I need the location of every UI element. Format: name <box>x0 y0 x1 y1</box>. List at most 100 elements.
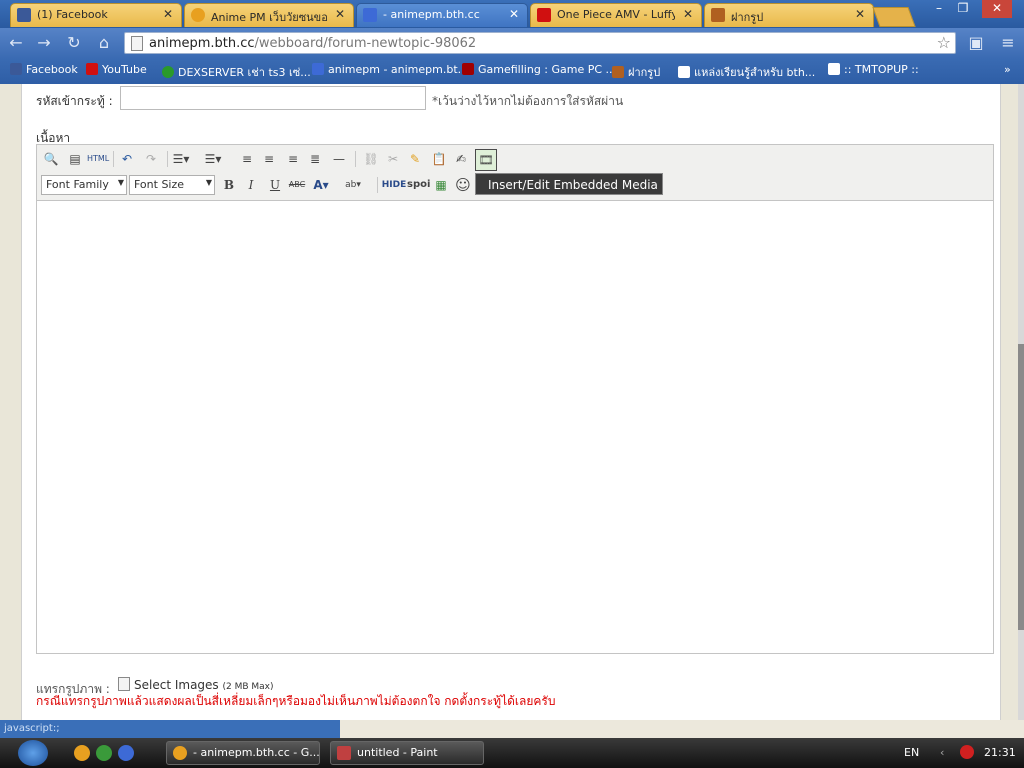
antivirus-icon[interactable] <box>960 745 974 759</box>
status-bar: javascript:; <box>0 720 340 738</box>
image-host-icon <box>711 8 725 22</box>
bookmark-bth-learning[interactable]: แหล่งเรียนรู้สำหรับ bth... <box>678 63 815 81</box>
tab-title: - animepm.bth.cc <box>383 8 480 21</box>
scrollbar[interactable] <box>1018 84 1024 720</box>
link-icon[interactable]: ⛓ <box>361 149 381 169</box>
bullet-list-icon[interactable]: ☰▾ <box>171 149 191 169</box>
bookmark-gamefilling[interactable]: Gamefilling : Game PC ... <box>462 63 616 76</box>
close-icon[interactable]: ✕ <box>163 7 173 21</box>
redo-icon[interactable]: ↷ <box>141 149 161 169</box>
file-icon <box>118 677 130 691</box>
quicklaunch-icon[interactable] <box>74 745 90 761</box>
emoticon-icon[interactable]: ☺ <box>453 175 473 195</box>
more-bookmarks-icon[interactable]: » <box>1004 63 1011 76</box>
html-source-button[interactable]: HTML <box>87 149 109 169</box>
forward-icon[interactable]: → <box>34 33 54 53</box>
align-right-icon[interactable]: ≡ <box>283 149 303 169</box>
align-justify-icon[interactable]: ≣ <box>305 149 325 169</box>
chevron-down-icon: ▼ <box>205 178 212 187</box>
restore-button[interactable]: ❐ <box>952 0 974 18</box>
star-icon[interactable]: ☆ <box>937 33 951 52</box>
extension-icon[interactable]: ▣ <box>966 33 986 53</box>
highlight-icon[interactable]: ✎ <box>405 149 425 169</box>
reload-icon[interactable]: ↻ <box>64 33 84 53</box>
insert-image-icon[interactable]: ▦ <box>431 175 451 195</box>
bookmark-youtube[interactable]: YouTube <box>86 63 147 76</box>
select-images-button[interactable]: Select Images (2 MB Max) <box>118 677 274 692</box>
facebook-icon <box>10 63 22 75</box>
background-color-icon[interactable]: ab▾ <box>343 175 363 195</box>
task-browser[interactable]: - animepm.bth.cc - G... <box>166 741 320 765</box>
tab-animepm[interactable]: Anime PM เว็บวัยซนของคน ✕ <box>184 3 354 27</box>
home-icon[interactable]: ⌂ <box>94 33 114 53</box>
close-icon[interactable]: ✕ <box>509 7 519 21</box>
menu-icon[interactable]: ≡ <box>998 33 1018 53</box>
password-note: *เว้นว่างไว้หากไม่ต้องการใส่รหัสผ่าน <box>432 94 624 108</box>
page-icon <box>678 66 690 78</box>
bookmark-image-host[interactable]: ฝากรูป <box>612 63 660 81</box>
tab-youtube[interactable]: One Piece AMV - Luffy V ✕ <box>530 3 702 27</box>
bookmark-animepm[interactable]: animepm - animepm.bt... <box>312 63 468 76</box>
window-close-button[interactable]: ✕ <box>982 0 1012 18</box>
unlink-icon[interactable]: ✂ <box>383 149 403 169</box>
preview-icon[interactable]: ▤ <box>65 149 85 169</box>
content-panel: รหัสเข้ากระทู้ : *เว้นว่างไว้หากไม่ต้องก… <box>21 84 1001 720</box>
underline-icon[interactable]: U <box>265 175 285 195</box>
language-indicator[interactable]: EN <box>904 746 919 759</box>
browser-toolbar: ← → ↻ ⌂ animepm.bth.cc/webboard/forum-ne… <box>0 28 1024 58</box>
align-left-icon[interactable]: ≡ <box>237 149 257 169</box>
new-tab-button[interactable] <box>872 7 916 27</box>
paint-icon <box>337 746 351 760</box>
taskbar: - animepm.bth.cc - G... untitled - Paint… <box>0 738 1024 768</box>
close-icon[interactable]: ✕ <box>855 7 865 21</box>
address-bar[interactable]: animepm.bth.cc/webboard/forum-newtopic-9… <box>124 32 956 54</box>
minimize-button[interactable]: – <box>928 0 950 18</box>
text-color-icon[interactable]: A▾ <box>311 175 331 195</box>
font-size-select[interactable]: Font Size ▼ <box>129 175 215 195</box>
password-label: รหัสเข้ากระทู้ : <box>36 94 113 108</box>
undo-icon[interactable]: ↶ <box>117 149 137 169</box>
bookmark-tmtopup[interactable]: :: TMTOPUP :: <box>828 63 919 76</box>
spoiler-button[interactable]: spoi <box>407 175 430 195</box>
chrome-icon <box>173 746 187 760</box>
tooltip: Insert/Edit Embedded Media <box>475 173 663 195</box>
clock[interactable]: 21:31 <box>984 746 1016 759</box>
align-center-icon[interactable]: ≡ <box>259 149 279 169</box>
chrome-icon[interactable] <box>96 745 112 761</box>
task-paint[interactable]: untitled - Paint <box>330 741 484 765</box>
horizontal-rule-icon[interactable]: — <box>329 149 349 169</box>
find-replace-icon[interactable]: 🔍 <box>41 149 61 169</box>
close-icon[interactable]: ✕ <box>683 7 693 21</box>
start-button[interactable] <box>18 740 48 766</box>
scrollbar-thumb[interactable] <box>1018 344 1024 630</box>
bold-icon[interactable]: B <box>219 175 239 195</box>
numbered-list-icon[interactable]: ☰▾ <box>203 149 223 169</box>
url-text: animepm.bth.cc/webboard/forum-newtopic-9… <box>149 36 477 51</box>
bookmark-dexserver[interactable]: DEXSERVER เช่า ts3 เซ่... <box>162 63 311 81</box>
edit-icon[interactable]: ✍ <box>451 149 471 169</box>
font-family-select[interactable]: Font Family ▼ <box>41 175 127 195</box>
dexserver-icon <box>162 66 174 78</box>
tray-expand-icon[interactable]: ‹ <box>940 746 944 759</box>
password-input[interactable] <box>120 86 426 110</box>
editor-content-area[interactable] <box>37 201 993 653</box>
animepm-icon <box>312 63 324 75</box>
attach-warning: กรณีแทรกรูปภาพแล้วแสดงผลเป็นสี่เหลี่ยมเล… <box>36 694 556 708</box>
hide-button[interactable]: HIDE <box>381 175 407 195</box>
back-icon[interactable]: ← <box>6 33 26 53</box>
toolbar-separator <box>377 177 378 193</box>
ie-icon[interactable] <box>118 745 134 761</box>
tab-image-host[interactable]: ฝากรูป ✕ <box>704 3 874 27</box>
gamefilling-icon <box>462 63 474 75</box>
strikethrough-icon[interactable]: ABC <box>287 175 307 195</box>
bookmarks-bar: Facebook YouTube DEXSERVER เช่า ts3 เซ่.… <box>0 58 1024 84</box>
tab-title: Anime PM เว็บวัยซนของคน <box>211 11 327 24</box>
close-icon[interactable]: ✕ <box>335 7 345 21</box>
italic-icon[interactable]: I <box>241 175 261 195</box>
bookmark-facebook[interactable]: Facebook <box>10 63 78 76</box>
embedded-media-icon[interactable]: 🎞 <box>475 149 497 171</box>
tab-newtopic[interactable]: - animepm.bth.cc ✕ <box>356 3 528 27</box>
paste-word-icon[interactable]: 📋 <box>429 149 449 169</box>
tab-facebook[interactable]: (1) Facebook ✕ <box>10 3 182 27</box>
tab-title: ฝากรูป <box>731 11 764 24</box>
